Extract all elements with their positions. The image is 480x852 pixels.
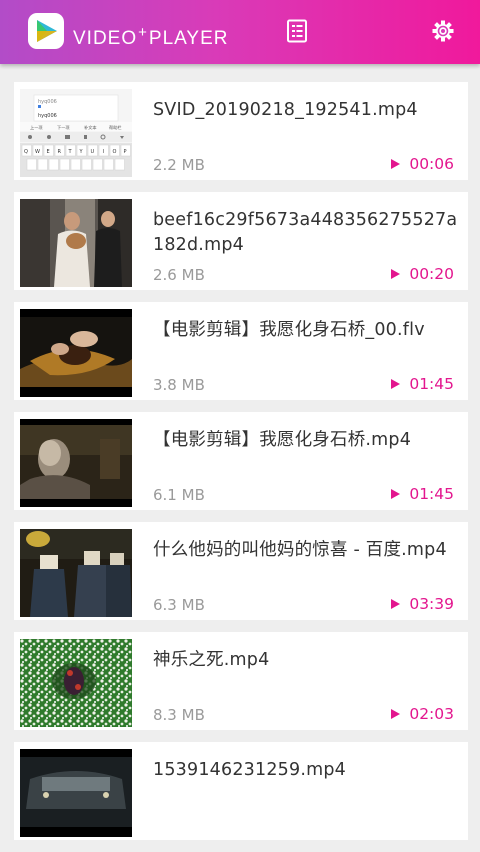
keyboard-screenshot-thumbnail: hyq006 hyq006 上一项 下一项 补文本 帮助栏 Q W E R T …	[20, 89, 132, 177]
video-thumbnail	[20, 749, 132, 837]
play-icon	[391, 599, 401, 609]
play-icon	[391, 159, 401, 169]
video-item[interactable]: 【电影剪辑】我愿化身石桥_00.flv 3.8 MB 01:45	[14, 302, 468, 400]
svg-text:R: R	[58, 149, 62, 155]
video-filename: 1539146231259.mp4	[153, 760, 346, 780]
video-filename: 神乐之死.mp4	[153, 650, 270, 670]
video-duration-text: 01:45	[409, 375, 454, 393]
svg-text:上一项: 上一项	[30, 124, 43, 131]
play-icon	[391, 379, 401, 389]
svg-text:Q: Q	[24, 149, 28, 155]
video-duration-text: 00:06	[409, 155, 454, 173]
video-filesize: 6.1 MB	[153, 486, 205, 504]
video-thumbnail: hyq006 hyq006 上一项 下一项 补文本 帮助栏 Q W E R T …	[20, 89, 132, 177]
svg-text:P: P	[124, 149, 127, 155]
svg-text:hyq006: hyq006	[38, 99, 57, 105]
video-filename: SVID_20190218_192541.mp4	[153, 100, 418, 120]
video-duration-text: 03:39	[409, 595, 454, 613]
play-logo-icon	[37, 20, 57, 42]
svg-text:E: E	[47, 149, 50, 155]
video-filesize: 2.6 MB	[153, 266, 205, 284]
video-duration-text: 02:03	[409, 705, 454, 723]
video-duration: 02:03	[391, 705, 454, 723]
play-icon	[391, 269, 401, 279]
list-view-button[interactable]	[284, 18, 310, 44]
flower-field-thumbnail	[20, 639, 132, 727]
old-man-dark-thumbnail	[20, 419, 132, 507]
video-filename: beef16c29f5673a448356275527a182d.mp4	[153, 210, 458, 255]
settings-button[interactable]	[430, 18, 456, 44]
people-indoors-thumbnail	[20, 199, 132, 287]
svg-text:hyq006: hyq006	[38, 113, 57, 119]
video-thumbnail	[20, 309, 132, 397]
svg-text:帮助栏: 帮助栏	[109, 124, 122, 131]
masked-figures-thumbnail	[20, 529, 132, 617]
app-logo	[28, 13, 64, 49]
video-item[interactable]: hyq006 hyq006 上一项 下一项 补文本 帮助栏 Q W E R T …	[14, 82, 468, 180]
svg-text:补文本: 补文本	[84, 124, 97, 131]
video-duration: 01:45	[391, 375, 454, 393]
video-duration: 00:20	[391, 265, 454, 283]
svg-text:U: U	[91, 149, 95, 155]
app-title: VIDEO+PLAYER	[73, 19, 229, 49]
video-list: hyq006 hyq006 上一项 下一项 补文本 帮助栏 Q W E R T …	[14, 82, 468, 852]
svg-text:O: O	[113, 149, 117, 155]
video-thumbnail	[20, 639, 132, 727]
app-header: VIDEO+PLAYER	[0, 0, 480, 64]
app-title-left: VIDEO	[73, 28, 138, 49]
video-item[interactable]: 什么他妈的叫他妈的惊喜 - 百度.mp4 6.3 MB 03:39	[14, 522, 468, 620]
video-filename: 【电影剪辑】我愿化身石桥_00.flv	[153, 320, 425, 340]
svg-text:W: W	[35, 149, 40, 155]
video-filesize: 8.3 MB	[153, 706, 205, 724]
app-title-right: PLAYER	[148, 28, 229, 49]
video-thumbnail	[20, 419, 132, 507]
gear-icon	[432, 20, 454, 42]
video-duration-text: 00:20	[409, 265, 454, 283]
video-item[interactable]: 【电影剪辑】我愿化身石桥.mp4 6.1 MB 01:45	[14, 412, 468, 510]
video-thumbnail	[20, 199, 132, 287]
video-duration: 01:45	[391, 485, 454, 503]
video-filesize: 2.2 MB	[153, 156, 205, 174]
video-item[interactable]: 1539146231259.mp4	[14, 742, 468, 840]
play-icon	[391, 709, 401, 719]
video-item[interactable]: 神乐之死.mp4 8.3 MB 02:03	[14, 632, 468, 730]
list-icon	[287, 19, 307, 43]
video-filesize: 3.8 MB	[153, 376, 205, 394]
video-thumbnail	[20, 529, 132, 617]
video-duration: 00:06	[391, 155, 454, 173]
app-title-plus: +	[138, 24, 148, 41]
video-filesize: 6.3 MB	[153, 596, 205, 614]
play-icon	[391, 489, 401, 499]
car-night-thumbnail	[20, 749, 132, 837]
video-item[interactable]: beef16c29f5673a448356275527a182d.mp4 2.6…	[14, 192, 468, 290]
hands-dark-thumbnail	[20, 309, 132, 397]
video-filename: 什么他妈的叫他妈的惊喜 - 百度.mp4	[153, 540, 447, 560]
video-duration-text: 01:45	[409, 485, 454, 503]
video-filename: 【电影剪辑】我愿化身石桥.mp4	[153, 430, 412, 450]
svg-text:I: I	[103, 149, 104, 155]
video-duration: 03:39	[391, 595, 454, 613]
